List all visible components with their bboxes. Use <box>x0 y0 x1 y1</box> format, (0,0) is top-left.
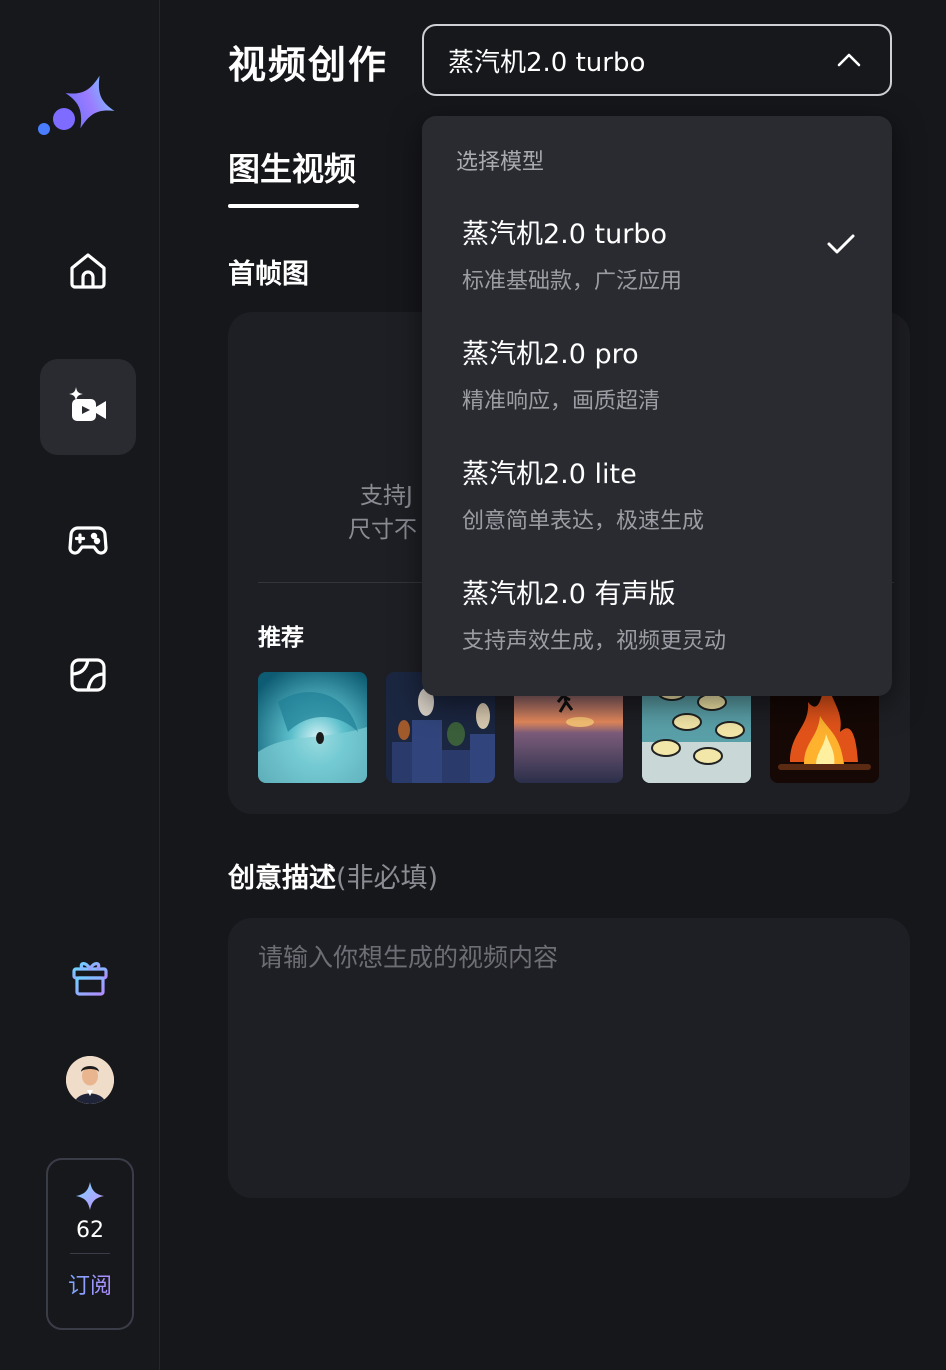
option-name: 蒸汽机2.0 有声版 <box>462 579 676 610</box>
option-desc: 创意简单表达，极速生成 <box>462 509 705 534</box>
option-name: 蒸汽机2.0 lite <box>462 459 637 490</box>
description-input[interactable] <box>228 918 910 1198</box>
sidebar: 62 订阅 <box>0 0 160 1370</box>
model-dropdown: 选择模型 蒸汽机2.0 turbo 标准基础款，广泛应用 蒸汽机2.0 pro … <box>422 116 892 696</box>
option-desc: 标准基础款，广泛应用 <box>462 269 683 294</box>
description-label: 创意描述(非必填) <box>228 856 438 895</box>
gallery-icon <box>70 658 106 692</box>
first-frame-label: 首帧图 <box>228 259 309 290</box>
model-option-pro[interactable]: 蒸汽机2.0 pro 精准响应，画质超清 <box>462 332 862 432</box>
chevron-up-icon <box>837 53 861 67</box>
user-avatar[interactable] <box>66 1056 114 1104</box>
home-icon <box>70 253 106 289</box>
thumb-wave-surf[interactable] <box>258 672 367 783</box>
model-select[interactable]: 蒸汽机2.0 turbo <box>422 24 892 96</box>
upload-hint-line2: 尺寸不 <box>348 517 417 543</box>
description-label-text: 创意描述 <box>228 863 336 894</box>
nav-game[interactable] <box>40 492 136 588</box>
game-icon <box>68 526 108 555</box>
credits-card[interactable]: 62 订阅 <box>46 1158 134 1330</box>
credits-divider <box>70 1253 110 1254</box>
tab-image-to-video[interactable]: 图生视频 <box>228 144 356 190</box>
gift-icon[interactable] <box>68 955 112 999</box>
option-desc: 支持声效生成，视频更灵动 <box>462 629 727 654</box>
subscribe-button[interactable]: 订阅 <box>68 1268 112 1300</box>
page-title: 视频创作 <box>228 43 389 87</box>
checkmark-icon <box>827 234 855 254</box>
app-logo-icon[interactable] <box>30 66 126 142</box>
nav-home[interactable] <box>40 222 136 318</box>
video-create-icon <box>69 387 106 421</box>
description-box <box>228 918 910 1198</box>
recommend-label: 推荐 <box>258 625 304 651</box>
upload-hint-line1: 支持J <box>360 483 413 509</box>
nav-gallery[interactable] <box>40 626 136 722</box>
model-option-audio[interactable]: 蒸汽机2.0 有声版 支持声效生成，视频更灵动 <box>462 572 862 672</box>
model-option-turbo[interactable]: 蒸汽机2.0 turbo 标准基础款，广泛应用 <box>462 212 862 312</box>
sparkle-diamond-icon <box>76 1182 104 1210</box>
tab-active-indicator <box>228 204 359 208</box>
credits-count: 62 <box>76 1218 104 1243</box>
option-name: 蒸汽机2.0 pro <box>462 339 639 370</box>
option-name: 蒸汽机2.0 turbo <box>462 219 667 250</box>
nav-video-create[interactable] <box>40 359 136 455</box>
description-optional: (非必填) <box>336 863 439 894</box>
dropdown-header: 选择模型 <box>456 150 545 175</box>
model-option-lite[interactable]: 蒸汽机2.0 lite 创意简单表达，极速生成 <box>462 452 862 552</box>
model-select-value: 蒸汽机2.0 turbo <box>448 47 646 78</box>
option-desc: 精准响应，画质超清 <box>462 389 661 414</box>
